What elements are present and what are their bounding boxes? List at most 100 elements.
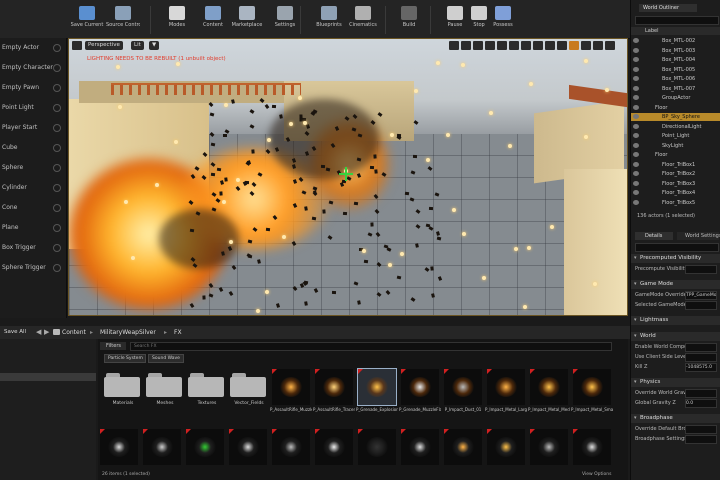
visibility-eye-icon[interactable]	[633, 85, 639, 91]
details-property-value[interactable]: -1048575.0	[685, 363, 717, 372]
outliner-row[interactable]: GroupActor	[631, 94, 720, 102]
viewport-tool-icon[interactable]	[605, 41, 615, 50]
place-item[interactable]: Player Start	[0, 118, 66, 138]
forward-icon[interactable]: ▶	[44, 328, 49, 336]
outliner-row[interactable]: Box_MTL-006	[631, 75, 720, 83]
blueprints-button[interactable]: Blueprints	[312, 4, 346, 36]
outliner-row[interactable]: DirectionalLight	[631, 123, 720, 131]
folder-item[interactable]: Materials	[104, 371, 140, 406]
tab-details[interactable]: Details	[635, 232, 673, 240]
build-button[interactable]: Build	[392, 4, 426, 36]
details-property-value[interactable]	[685, 389, 717, 398]
asset-thumbnail[interactable]	[401, 429, 439, 465]
asset-thumbnail[interactable]	[401, 369, 439, 405]
viewport-tool-icon[interactable]	[569, 41, 579, 50]
asset-thumbnail[interactable]	[487, 369, 525, 405]
visibility-eye-icon[interactable]	[633, 190, 639, 195]
asset-thumbnail[interactable]	[530, 369, 568, 405]
visibility-eye-icon[interactable]	[633, 123, 639, 129]
outliner-search[interactable]	[635, 16, 719, 25]
details-search[interactable]	[635, 243, 719, 252]
possess-button[interactable]: Possess	[486, 4, 520, 36]
outliner-row[interactable]: Box_MTL-005	[631, 66, 720, 74]
outliner-row[interactable]: Box_MTL-007	[631, 85, 720, 93]
details-section-header[interactable]: ▾ Broadphase	[631, 414, 720, 423]
viewport-menu-icon[interactable]	[72, 41, 82, 50]
breadcrumb-fx[interactable]: FX	[174, 329, 182, 336]
asset-thumbnail[interactable]	[229, 429, 267, 465]
details-property-value[interactable]: 0.0	[685, 399, 717, 408]
breadcrumb-content[interactable]: Content	[62, 329, 86, 336]
details-property-value[interactable]	[685, 425, 717, 434]
place-item[interactable]: Empty Pawn	[0, 78, 66, 98]
outliner-row[interactable]: Floor	[631, 104, 720, 112]
details-section-header[interactable]: ▾ World	[631, 332, 720, 341]
asset-thumbnail[interactable]	[315, 369, 353, 405]
viewport-tool-icon[interactable]	[461, 41, 471, 50]
breadcrumb-military[interactable]: MilitaryWeapSilver	[100, 329, 156, 336]
visibility-eye-icon[interactable]	[633, 133, 639, 138]
viewport-tool-icon[interactable]	[509, 41, 519, 50]
asset-thumbnail[interactable]	[143, 429, 181, 465]
back-icon[interactable]: ◀	[36, 328, 41, 336]
visibility-eye-icon[interactable]	[633, 57, 639, 62]
outliner-row[interactable]: Floor_TriBox4	[631, 189, 720, 197]
visibility-eye-icon[interactable]	[633, 104, 639, 110]
asset-thumbnail[interactable]	[530, 429, 568, 465]
outliner-row[interactable]: Box_MTL-004	[631, 56, 720, 64]
visibility-eye-icon[interactable]	[633, 114, 639, 119]
visibility-eye-icon[interactable]	[633, 152, 639, 157]
details-property-value[interactable]	[685, 265, 717, 274]
modes-button[interactable]: Modes	[160, 4, 194, 36]
place-item[interactable]: Point Light	[0, 98, 66, 118]
collapse-arrow-icon[interactable]: ▾	[634, 316, 637, 325]
collapse-arrow-icon[interactable]: ▾	[634, 378, 637, 387]
save-current-button[interactable]: Save Current	[70, 4, 104, 36]
place-item[interactable]: Box Trigger	[0, 238, 66, 258]
viewport-tool-icon[interactable]	[533, 41, 543, 50]
details-property-value[interactable]: TPP_GameMode	[685, 291, 717, 300]
place-item[interactable]: Empty Character	[0, 58, 66, 78]
asset-thumbnail[interactable]	[186, 429, 224, 465]
visibility-eye-icon[interactable]	[633, 161, 639, 167]
save-all-button[interactable]: Save All	[4, 329, 26, 335]
outliner-row[interactable]: Box_MTL-002	[631, 37, 720, 45]
viewport-tool-icon[interactable]	[449, 41, 459, 50]
asset-thumbnail[interactable]	[573, 429, 611, 465]
folder-item[interactable]: Textures	[188, 371, 224, 406]
details-section-header[interactable]: ▾ Physics	[631, 378, 720, 387]
outliner-row[interactable]: Floor_TriBox2	[631, 170, 720, 178]
outliner-row[interactable]: Floor_TriBox5	[631, 199, 720, 207]
collapse-arrow-icon[interactable]: ▾	[634, 332, 637, 341]
folder-item[interactable]: Meshes	[146, 371, 182, 406]
filters-button[interactable]: Filters	[100, 342, 126, 350]
visibility-eye-icon[interactable]	[633, 38, 639, 43]
visibility-eye-icon[interactable]	[633, 142, 639, 148]
asset-thumbnail[interactable]	[444, 429, 482, 465]
sources-selected-row[interactable]	[0, 373, 96, 381]
asset-search-input[interactable]: Search FX	[130, 342, 612, 351]
viewport-tool-icon[interactable]	[473, 41, 483, 50]
details-property-value[interactable]	[685, 353, 717, 362]
collapse-arrow-icon[interactable]: ▾	[634, 254, 637, 263]
visibility-eye-icon[interactable]	[633, 180, 639, 186]
content-button[interactable]: Content	[196, 4, 230, 36]
viewport-tool-icon[interactable]	[521, 41, 531, 50]
details-property-value[interactable]	[685, 343, 717, 352]
tab-world-settings[interactable]: World Settings	[677, 232, 720, 240]
filter-chip-particle[interactable]: Particle System	[104, 354, 146, 363]
viewport-tool-icon[interactable]	[593, 41, 603, 50]
settings-button[interactable]: Settings	[268, 4, 302, 36]
details-section-header[interactable]: ▾ Game Mode	[631, 280, 720, 289]
visibility-eye-icon[interactable]	[633, 199, 639, 205]
outliner-tab[interactable]: World Outliner	[639, 4, 697, 12]
asset-thumbnail[interactable]	[573, 369, 611, 405]
visibility-eye-icon[interactable]	[633, 171, 639, 176]
cinematics-button[interactable]: Cinematics	[346, 4, 380, 36]
folder-item[interactable]: Vector_Fields	[230, 371, 266, 406]
outliner-row[interactable]: Floor_TriBox1	[631, 161, 720, 169]
visibility-eye-icon[interactable]	[633, 66, 639, 72]
asset-thumbnail[interactable]	[487, 429, 525, 465]
place-item[interactable]: Plane	[0, 218, 66, 238]
asset-thumbnail[interactable]	[315, 429, 353, 465]
